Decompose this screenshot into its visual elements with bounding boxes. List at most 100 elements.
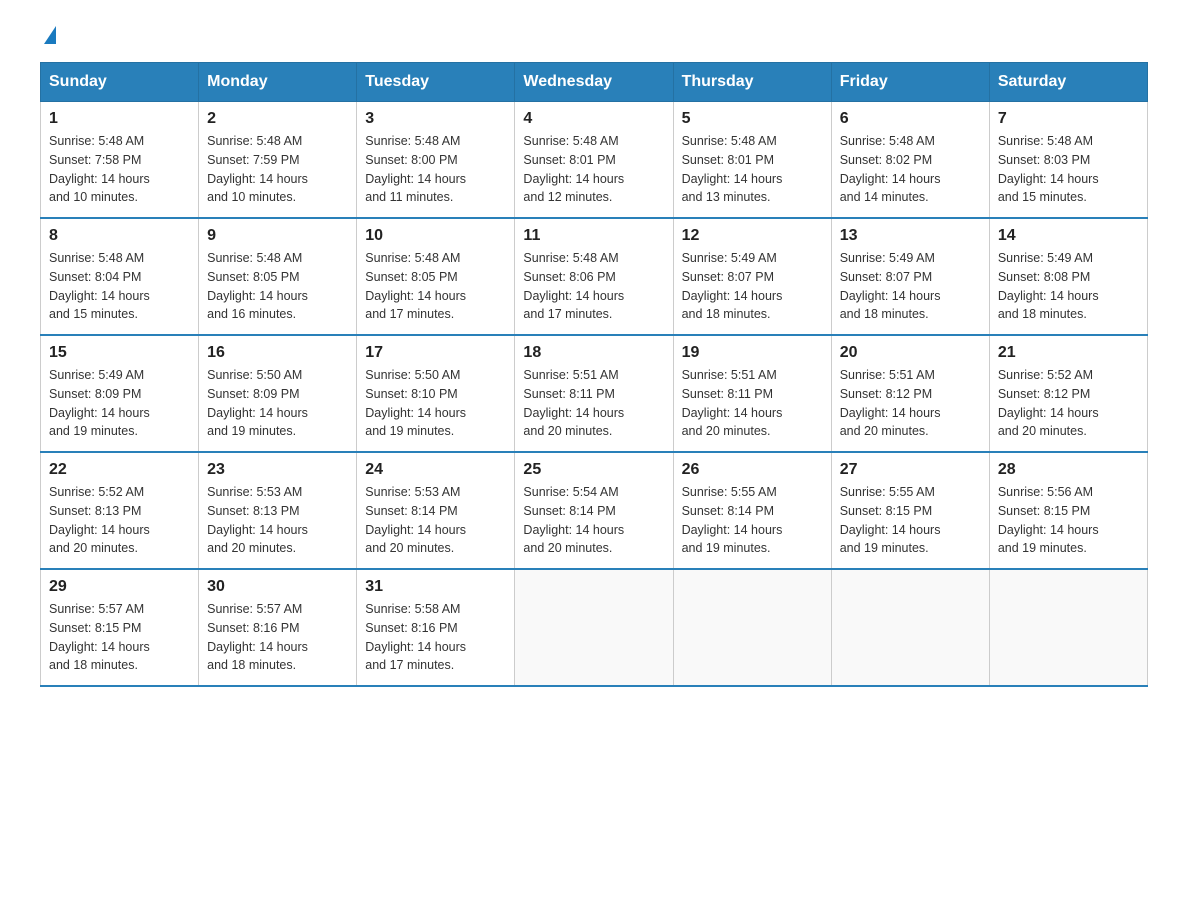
day-sun-info: Sunrise: 5:51 AMSunset: 8:11 PMDaylight:…	[682, 366, 823, 441]
calendar-day-cell	[831, 569, 989, 686]
calendar-day-cell: 27Sunrise: 5:55 AMSunset: 8:15 PMDayligh…	[831, 452, 989, 569]
day-number: 27	[840, 461, 981, 479]
weekday-header-friday: Friday	[831, 63, 989, 102]
day-sun-info: Sunrise: 5:48 AMSunset: 8:04 PMDaylight:…	[49, 249, 190, 324]
day-number: 26	[682, 461, 823, 479]
day-number: 20	[840, 344, 981, 362]
day-sun-info: Sunrise: 5:53 AMSunset: 8:14 PMDaylight:…	[365, 483, 506, 558]
day-number: 24	[365, 461, 506, 479]
day-number: 6	[840, 110, 981, 128]
calendar-day-cell: 22 Sunrise: 5:52 AMSunset: 8:13 PMDayligh…	[41, 452, 199, 569]
calendar-day-cell: 24 Sunrise: 5:53 AMSunset: 8:14 PMDayligh…	[357, 452, 515, 569]
day-sun-info: Sunrise: 5:55 AMSunset: 8:14 PMDaylight:…	[682, 483, 823, 558]
calendar-week-row: 1 Sunrise: 5:48 AMSunset: 7:58 PMDaylight…	[41, 102, 1148, 219]
calendar-day-cell: 16 Sunrise: 5:50 AMSunset: 8:09 PMDayligh…	[199, 335, 357, 452]
day-number: 28	[998, 461, 1139, 479]
calendar-day-cell: 18 Sunrise: 5:51 AMSunset: 8:11 PMDayligh…	[515, 335, 673, 452]
day-sun-info: Sunrise: 5:49 AMSunset: 8:08 PMDaylight:…	[998, 249, 1139, 324]
day-sun-info: Sunrise: 5:48 AMSunset: 8:00 PMDaylight:…	[365, 132, 506, 207]
day-number: 17	[365, 344, 506, 362]
day-number: 21	[998, 344, 1139, 362]
calendar-day-cell	[673, 569, 831, 686]
weekday-header-wednesday: Wednesday	[515, 63, 673, 102]
day-number: 2	[207, 110, 348, 128]
day-number: 15	[49, 344, 190, 362]
weekday-header-saturday: Saturday	[989, 63, 1147, 102]
day-sun-info: Sunrise: 5:52 AMSunset: 8:12 PMDaylight:…	[998, 366, 1139, 441]
day-number: 30	[207, 578, 348, 596]
day-sun-info: Sunrise: 5:49 AMSunset: 8:09 PMDaylight:…	[49, 366, 190, 441]
calendar-day-cell: 4 Sunrise: 5:48 AMSunset: 8:01 PMDaylight…	[515, 102, 673, 219]
day-number: 4	[523, 110, 664, 128]
calendar-day-cell: 31Sunrise: 5:58 AMSunset: 8:16 PMDayligh…	[357, 569, 515, 686]
day-number: 19	[682, 344, 823, 362]
calendar-day-cell: 7Sunrise: 5:48 AMSunset: 8:03 PMDaylight…	[989, 102, 1147, 219]
day-number: 1	[49, 110, 190, 128]
calendar-day-cell: 26 Sunrise: 5:55 AMSunset: 8:14 PMDayligh…	[673, 452, 831, 569]
calendar-day-cell: 11Sunrise: 5:48 AMSunset: 8:06 PMDayligh…	[515, 218, 673, 335]
day-number: 29	[49, 578, 190, 596]
day-number: 5	[682, 110, 823, 128]
calendar-day-cell: 1 Sunrise: 5:48 AMSunset: 7:58 PMDaylight…	[41, 102, 199, 219]
day-sun-info: Sunrise: 5:48 AMSunset: 8:03 PMDaylight:…	[998, 132, 1139, 207]
calendar-day-cell: 23 Sunrise: 5:53 AMSunset: 8:13 PMDayligh…	[199, 452, 357, 569]
calendar-day-cell: 30 Sunrise: 5:57 AMSunset: 8:16 PMDayligh…	[199, 569, 357, 686]
calendar-day-cell	[515, 569, 673, 686]
logo	[40, 30, 56, 44]
calendar-day-cell: 21 Sunrise: 5:52 AMSunset: 8:12 PMDayligh…	[989, 335, 1147, 452]
calendar-day-cell: 14 Sunrise: 5:49 AMSunset: 8:08 PMDayligh…	[989, 218, 1147, 335]
day-number: 13	[840, 227, 981, 245]
calendar-day-cell: 15 Sunrise: 5:49 AMSunset: 8:09 PMDayligh…	[41, 335, 199, 452]
calendar-day-cell: 3 Sunrise: 5:48 AMSunset: 8:00 PMDaylight…	[357, 102, 515, 219]
day-sun-info: Sunrise: 5:48 AMSunset: 8:05 PMDaylight:…	[365, 249, 506, 324]
day-number: 16	[207, 344, 348, 362]
day-sun-info: Sunrise: 5:49 AMSunset: 8:07 PMDaylight:…	[682, 249, 823, 324]
logo-blue-text	[40, 30, 56, 44]
calendar-day-cell: 17 Sunrise: 5:50 AMSunset: 8:10 PMDayligh…	[357, 335, 515, 452]
calendar-table: SundayMondayTuesdayWednesdayThursdayFrid…	[40, 62, 1148, 687]
day-sun-info: Sunrise: 5:57 AMSunset: 8:15 PMDaylight:…	[49, 600, 190, 675]
day-sun-info: Sunrise: 5:50 AMSunset: 8:09 PMDaylight:…	[207, 366, 348, 441]
logo-triangle-icon	[44, 26, 56, 44]
day-sun-info: Sunrise: 5:56 AMSunset: 8:15 PMDaylight:…	[998, 483, 1139, 558]
calendar-day-cell: 13 Sunrise: 5:49 AMSunset: 8:07 PMDayligh…	[831, 218, 989, 335]
day-number: 22	[49, 461, 190, 479]
calendar-day-cell: 2 Sunrise: 5:48 AMSunset: 7:59 PMDaylight…	[199, 102, 357, 219]
calendar-day-cell: 29 Sunrise: 5:57 AMSunset: 8:15 PMDayligh…	[41, 569, 199, 686]
calendar-day-cell: 10Sunrise: 5:48 AMSunset: 8:05 PMDayligh…	[357, 218, 515, 335]
day-sun-info: Sunrise: 5:50 AMSunset: 8:10 PMDaylight:…	[365, 366, 506, 441]
calendar-day-cell: 20 Sunrise: 5:51 AMSunset: 8:12 PMDayligh…	[831, 335, 989, 452]
day-number: 12	[682, 227, 823, 245]
day-sun-info: Sunrise: 5:57 AMSunset: 8:16 PMDaylight:…	[207, 600, 348, 675]
day-sun-info: Sunrise: 5:51 AMSunset: 8:11 PMDaylight:…	[523, 366, 664, 441]
day-number: 3	[365, 110, 506, 128]
day-number: 18	[523, 344, 664, 362]
day-sun-info: Sunrise: 5:54 AMSunset: 8:14 PMDaylight:…	[523, 483, 664, 558]
day-sun-info: Sunrise: 5:53 AMSunset: 8:13 PMDaylight:…	[207, 483, 348, 558]
day-sun-info: Sunrise: 5:49 AMSunset: 8:07 PMDaylight:…	[840, 249, 981, 324]
day-sun-info: Sunrise: 5:48 AMSunset: 8:01 PMDaylight:…	[682, 132, 823, 207]
day-sun-info: Sunrise: 5:48 AMSunset: 8:02 PMDaylight:…	[840, 132, 981, 207]
day-number: 8	[49, 227, 190, 245]
calendar-week-row: 22 Sunrise: 5:52 AMSunset: 8:13 PMDayligh…	[41, 452, 1148, 569]
day-sun-info: Sunrise: 5:51 AMSunset: 8:12 PMDaylight:…	[840, 366, 981, 441]
calendar-day-cell: 19 Sunrise: 5:51 AMSunset: 8:11 PMDayligh…	[673, 335, 831, 452]
day-number: 23	[207, 461, 348, 479]
page-header	[40, 30, 1148, 44]
weekday-header-tuesday: Tuesday	[357, 63, 515, 102]
day-sun-info: Sunrise: 5:48 AMSunset: 7:58 PMDaylight:…	[49, 132, 190, 207]
calendar-week-row: 15 Sunrise: 5:49 AMSunset: 8:09 PMDayligh…	[41, 335, 1148, 452]
calendar-day-cell	[989, 569, 1147, 686]
day-number: 14	[998, 227, 1139, 245]
day-sun-info: Sunrise: 5:52 AMSunset: 8:13 PMDaylight:…	[49, 483, 190, 558]
day-number: 31	[365, 578, 506, 596]
weekday-header-thursday: Thursday	[673, 63, 831, 102]
day-sun-info: Sunrise: 5:48 AMSunset: 7:59 PMDaylight:…	[207, 132, 348, 207]
day-sun-info: Sunrise: 5:48 AMSunset: 8:01 PMDaylight:…	[523, 132, 664, 207]
calendar-day-cell: 25Sunrise: 5:54 AMSunset: 8:14 PMDayligh…	[515, 452, 673, 569]
day-sun-info: Sunrise: 5:48 AMSunset: 8:06 PMDaylight:…	[523, 249, 664, 324]
calendar-day-cell: 28 Sunrise: 5:56 AMSunset: 8:15 PMDayligh…	[989, 452, 1147, 569]
weekday-header-monday: Monday	[199, 63, 357, 102]
calendar-week-row: 29 Sunrise: 5:57 AMSunset: 8:15 PMDayligh…	[41, 569, 1148, 686]
calendar-day-cell: 5 Sunrise: 5:48 AMSunset: 8:01 PMDaylight…	[673, 102, 831, 219]
